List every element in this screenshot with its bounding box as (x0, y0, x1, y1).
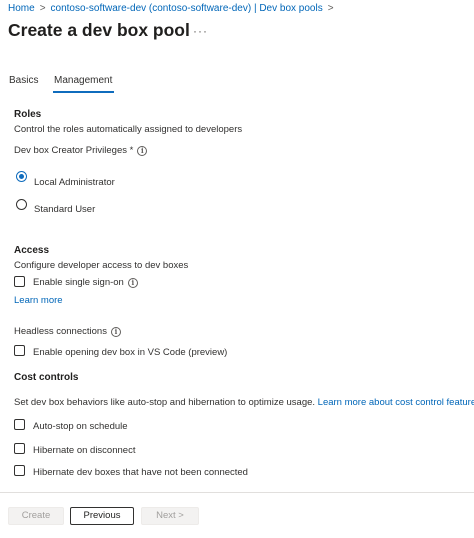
learn-more-link[interactable]: Learn more (14, 295, 63, 306)
tab-active-indicator (53, 91, 114, 93)
auto-stop-label: Auto-stop on schedule (33, 421, 128, 432)
radio-local-administrator[interactable] (16, 171, 27, 182)
roles-section-title: Roles (14, 109, 42, 120)
info-icon[interactable]: i (137, 146, 148, 156)
breadcrumb: Home > contoso-software-dev (contoso-softw… (8, 3, 339, 14)
hibernate-disconnect-label: Hibernate on disconnect (33, 445, 136, 456)
hibernate-unconnected-checkbox[interactable] (14, 465, 25, 476)
roles-description: Control the roles automatically assigned… (14, 124, 243, 135)
sso-label-row: Enable single sign-on i (33, 277, 138, 288)
radio-local-administrator-label: Local Administrator (34, 177, 115, 188)
radio-standard-user-label: Standard User (34, 204, 96, 215)
vscode-checkbox[interactable] (14, 345, 25, 356)
sso-checkbox[interactable] (14, 276, 25, 287)
chevron-right-icon: > (39, 3, 46, 14)
vscode-label: Enable opening dev box in VS Code (previ… (33, 347, 228, 358)
cost-description-row: Set dev box behaviors like auto-stop and… (14, 397, 474, 408)
tab-basics[interactable]: Basics (9, 75, 38, 86)
privileges-label: Dev box Creator Privileges * (14, 145, 134, 156)
create-button[interactable]: Create (8, 507, 64, 525)
cost-description: Set dev box behaviors like auto-stop and… (14, 397, 316, 408)
headless-label: Headless connections (14, 326, 107, 337)
privileges-label-row: Dev box Creator Privileges * i (14, 145, 148, 156)
more-options-icon[interactable]: ··· (193, 24, 208, 38)
footer-divider (0, 492, 474, 493)
chevron-right-icon: > (327, 3, 334, 14)
radio-standard-user[interactable] (16, 199, 27, 210)
tab-management[interactable]: Management (54, 75, 112, 86)
auto-stop-checkbox[interactable] (14, 419, 25, 430)
hibernate-unconnected-label: Hibernate dev boxes that have not been c… (33, 467, 248, 478)
info-icon[interactable]: i (127, 278, 138, 288)
hibernate-disconnect-checkbox[interactable] (14, 443, 25, 454)
breadcrumb-devbox-pools-link[interactable]: contoso-software-dev (contoso-software-d… (51, 3, 323, 14)
headless-label-row: Headless connections i (14, 326, 121, 337)
access-section-title: Access (14, 245, 50, 256)
previous-button[interactable]: Previous (70, 507, 134, 525)
sso-label: Enable single sign-on (33, 277, 124, 288)
cost-section-title: Cost controls (14, 372, 79, 383)
cost-learn-more-link[interactable]: Learn more about cost control features (318, 397, 474, 408)
info-icon[interactable]: i (110, 327, 121, 337)
access-description: Configure developer access to dev boxes (14, 260, 189, 271)
breadcrumb-home-link[interactable]: Home (8, 3, 35, 14)
page-title: Create a dev box pool (8, 20, 190, 40)
next-button[interactable]: Next > (141, 507, 199, 525)
